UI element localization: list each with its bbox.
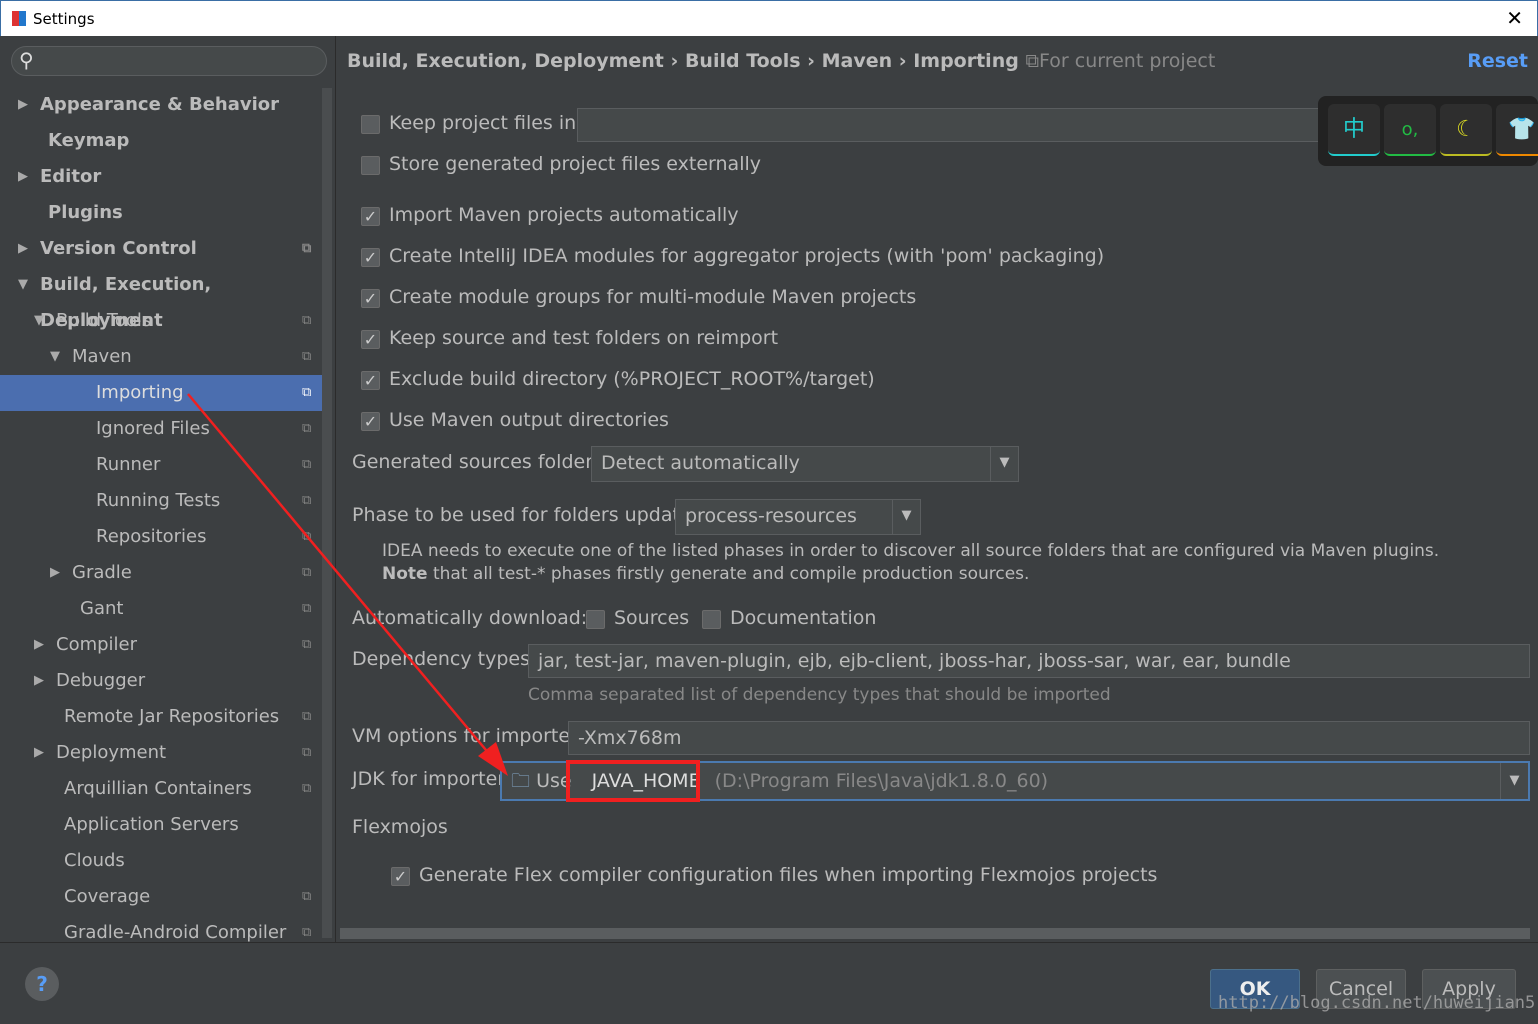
annotation-arrow xyxy=(187,393,508,776)
